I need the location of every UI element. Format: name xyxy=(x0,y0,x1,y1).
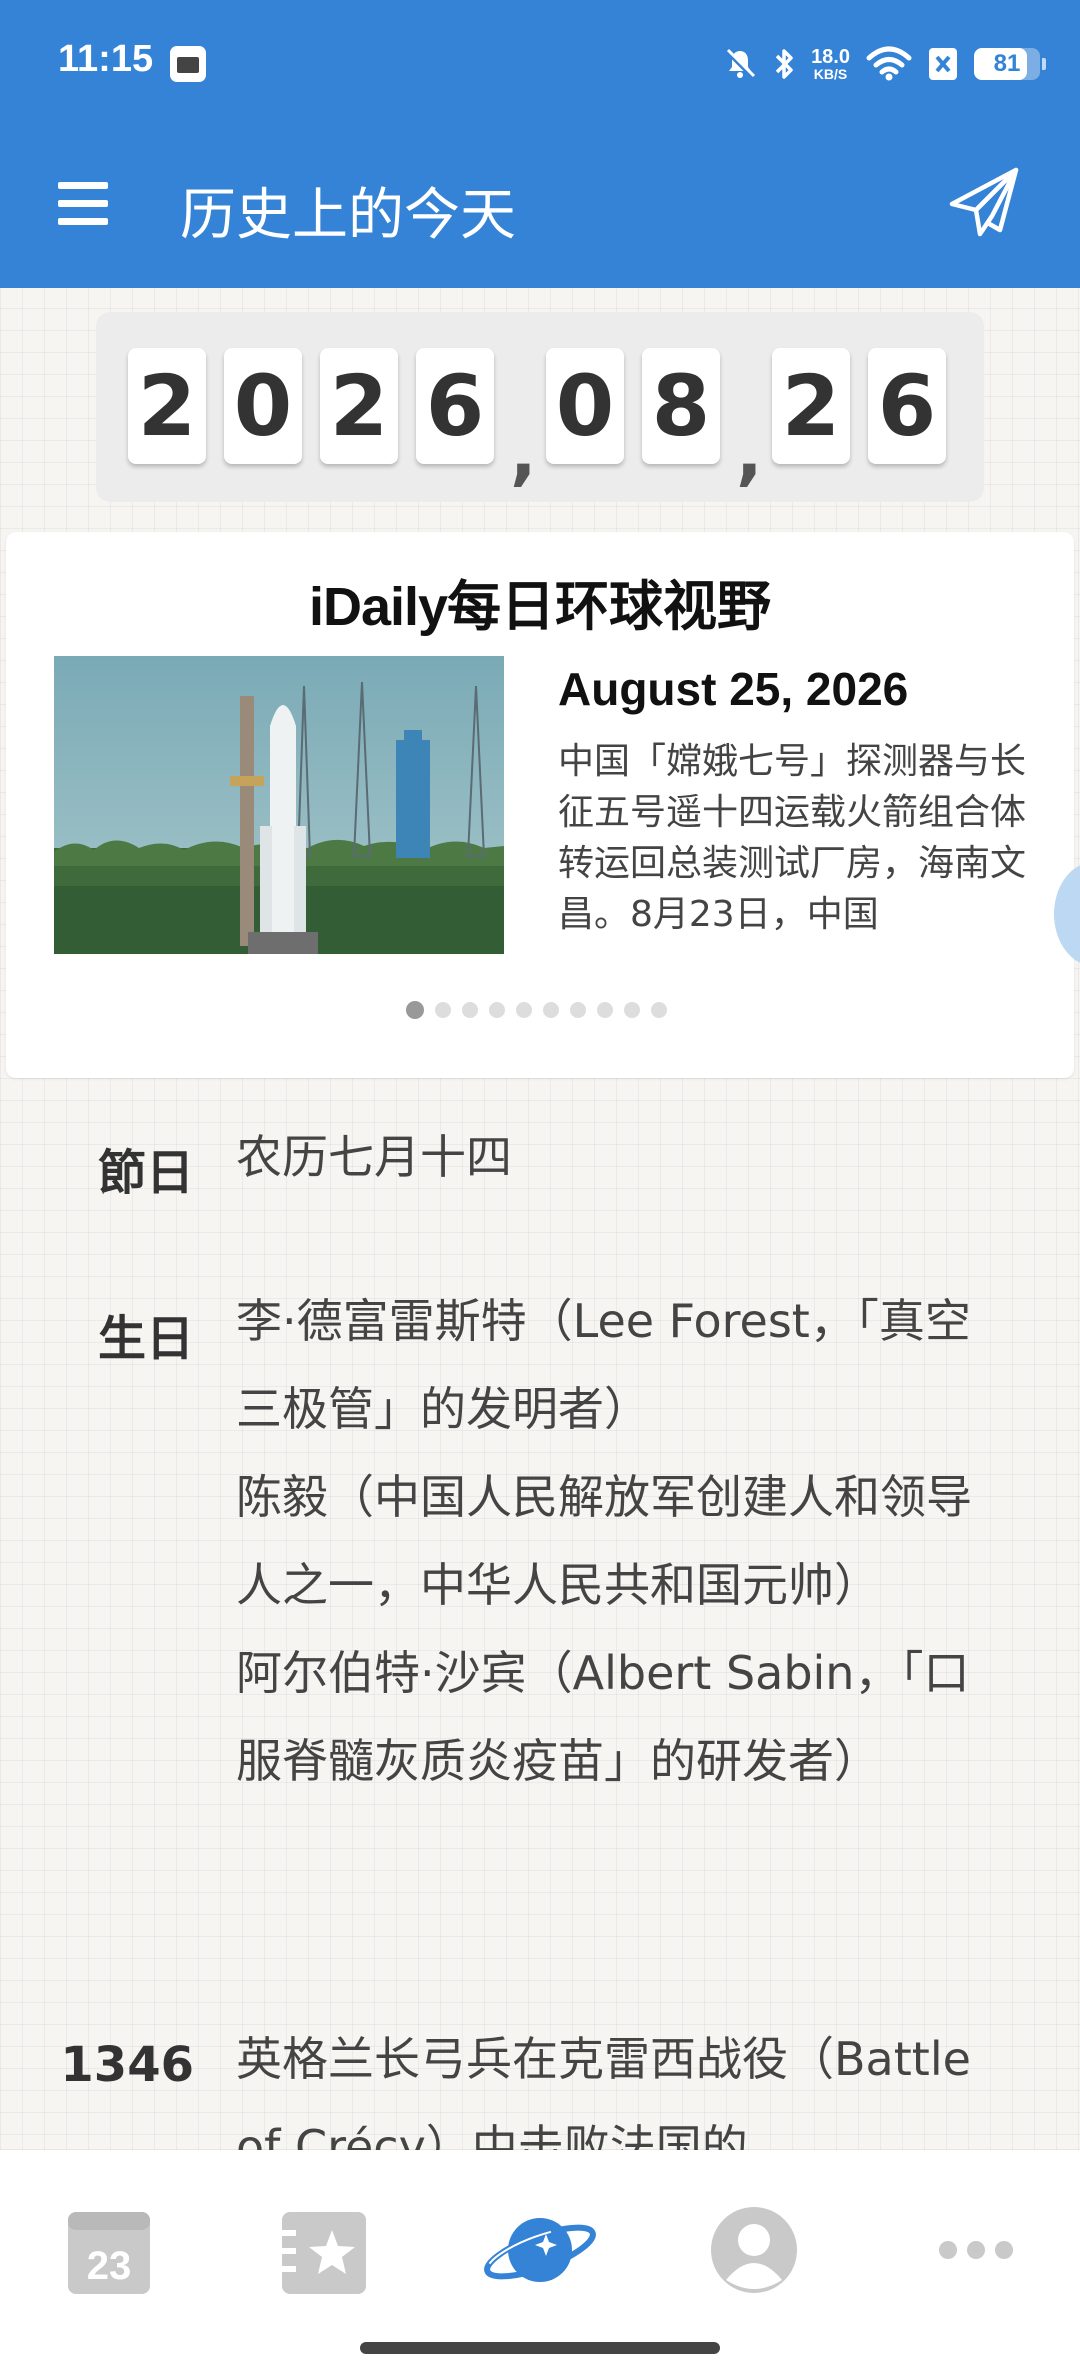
menu-icon-bar xyxy=(58,218,108,225)
date-digit: 2 xyxy=(772,348,850,464)
calendar-icon[interactable]: 23 xyxy=(48,2190,168,2310)
carousel-dot[interactable] xyxy=(597,1002,613,1018)
card-title-brand: iDaily xyxy=(308,577,448,637)
sim-disabled-icon xyxy=(929,48,957,80)
birthday-item[interactable]: 李·德富雷斯特（Lee Forest，「真空三极管」的发明者） xyxy=(236,1277,976,1453)
entry-label: 生日 xyxy=(97,1311,194,1367)
idaily-card[interactable]: iDaily每日环球视野 August 25, 2026 中国「嫦娥七号」探测器… xyxy=(6,532,1074,1078)
status-time: 11:15 xyxy=(58,38,154,80)
profile-icon[interactable] xyxy=(694,2190,814,2310)
network-speed-unit: KB/S xyxy=(813,66,848,82)
date-digit: 2 xyxy=(128,348,206,464)
carousel-dot[interactable] xyxy=(462,1002,478,1018)
mute-bell-icon xyxy=(725,48,756,79)
entry-text[interactable]: 农历七月十四 xyxy=(236,1113,976,1201)
status-icons: 18.0 KB/S 81 xyxy=(723,36,1046,92)
entry-label: 節日 xyxy=(97,1145,194,1201)
entry-text[interactable]: 李·德富雷斯特（Lee Forest，「真空三极管」的发明者） 陈毅（中国人民解放… xyxy=(236,1277,976,1981)
carousel-dot[interactable] xyxy=(516,1002,532,1018)
birthday-item[interactable]: 陈毅（中国人民解放军创建人和领导人之一，中华人民共和国元帅） xyxy=(236,1453,976,1629)
carousel-dot[interactable] xyxy=(406,1001,424,1019)
date-digit: 6 xyxy=(868,348,946,464)
carousel-dot[interactable] xyxy=(570,1002,586,1018)
menu-button[interactable] xyxy=(58,182,110,226)
app-bar: 历史上的今天 xyxy=(0,130,1080,280)
battery-level: 81 xyxy=(993,50,1021,77)
network-speed: 18.0 KB/S xyxy=(811,47,850,81)
calendar-day: 23 xyxy=(87,2244,132,2288)
date-separator: , xyxy=(510,412,537,494)
card-title: iDaily每日环球视野 xyxy=(6,562,1074,641)
carousel-dot[interactable] xyxy=(435,1002,451,1018)
carousel-dot[interactable] xyxy=(624,1002,640,1018)
more-icon[interactable] xyxy=(914,2190,1034,2310)
card-title-rest: 每日环球视野 xyxy=(447,574,772,638)
date-digit: 8 xyxy=(642,348,720,464)
menu-icon-bar xyxy=(58,200,108,207)
wifi-icon xyxy=(866,46,912,81)
card-date: August 25, 2026 xyxy=(558,663,909,715)
page-title: 历史上的今天 xyxy=(180,183,516,248)
date-separator: , xyxy=(736,412,763,494)
carousel-dots[interactable] xyxy=(406,1001,667,1019)
notification-app-icon xyxy=(170,46,206,82)
network-speed-value: 18.0 xyxy=(811,46,850,68)
battery-indicator: 81 xyxy=(974,48,1046,80)
favorites-icon[interactable] xyxy=(262,2190,382,2310)
date-counter[interactable]: 2 0 2 6 , 0 8 , 2 6 xyxy=(96,312,984,502)
send-icon[interactable] xyxy=(946,164,1022,240)
rocket-photo[interactable] xyxy=(54,656,504,954)
entry-label: 1346 xyxy=(60,2037,194,2093)
date-digit: 6 xyxy=(416,348,494,464)
date-digit: 2 xyxy=(320,348,398,464)
date-digit: 0 xyxy=(546,348,624,464)
carousel-dot[interactable] xyxy=(651,1002,667,1018)
carousel-dot[interactable] xyxy=(543,1002,559,1018)
top-bar: 11:15 18.0 KB/S 81 历史上的今天 xyxy=(0,0,1080,288)
bluetooth-icon xyxy=(775,49,793,79)
menu-icon-bar xyxy=(58,182,108,189)
card-description: 中国「嫦娥七号」探测器与长征五号遥十四运载火箭组合体转运回总装测试厂房，海南文昌… xyxy=(558,741,1027,935)
date-digit: 0 xyxy=(224,348,302,464)
carousel-dot[interactable] xyxy=(489,1002,505,1018)
home-indicator[interactable] xyxy=(360,2342,720,2354)
birthday-item[interactable]: 阿尔伯特·沙宾（Albert Sabin，「口服脊髓灰质炎疫苗」的研发者） xyxy=(236,1629,976,1805)
status-bar: 11:15 18.0 KB/S 81 xyxy=(0,0,1080,120)
planet-icon[interactable] xyxy=(480,2190,600,2310)
